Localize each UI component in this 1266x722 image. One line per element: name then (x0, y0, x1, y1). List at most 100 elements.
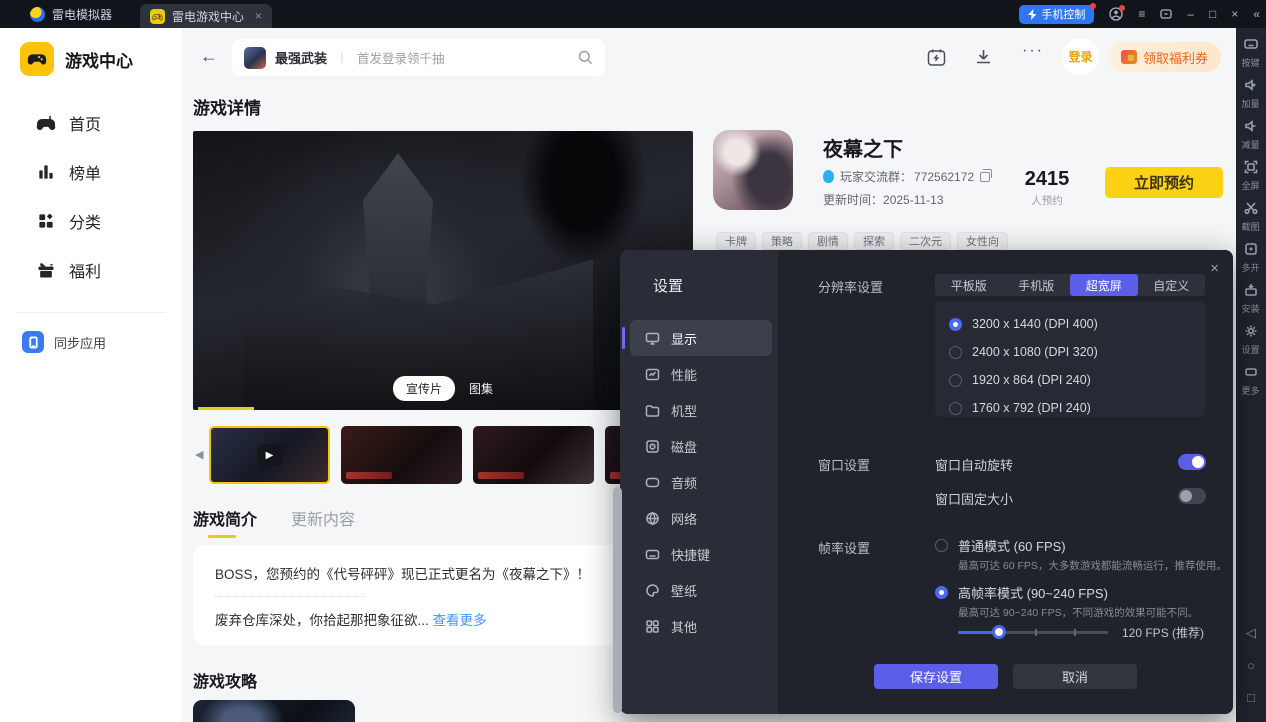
sidebar-sync-apps[interactable]: 同步应用 (0, 313, 182, 353)
reserve-now-button[interactable]: 立即预约 (1105, 167, 1223, 198)
toolbar-label: 多开 (1242, 260, 1260, 273)
settings-nav-audio[interactable]: 音频 (630, 464, 772, 500)
sidebar-item-label: 榜单 (69, 160, 101, 184)
android-recents-icon[interactable]: □ (1247, 690, 1255, 705)
toolbar-screenshot[interactable]: 截图 (1241, 201, 1260, 233)
back-icon[interactable]: ← (200, 46, 218, 67)
sidebar-item-home[interactable]: 首页 (0, 98, 182, 147)
res-tab-phone[interactable]: 手机版 (1003, 274, 1071, 296)
game-app-icon (713, 130, 793, 210)
tab-update-content[interactable]: 更新内容 (291, 506, 355, 530)
minimize-icon[interactable]: – (1187, 8, 1194, 20)
sidebar-item-benefits[interactable]: 福利 (0, 245, 182, 294)
toolbar-label: 截图 (1242, 219, 1260, 232)
claim-coupon-button[interactable]: 领取福利券 (1108, 42, 1221, 72)
phone-control-button[interactable]: 手机控制 (1019, 5, 1094, 24)
toolbar-multi-instance[interactable]: 多开 (1241, 242, 1260, 274)
thumbnails-prev-icon[interactable]: ◀ (195, 448, 203, 461)
toolbar-more[interactable]: 更多 (1241, 365, 1260, 397)
fps-normal-option[interactable]: 普通模式 (60 FPS) (935, 536, 1066, 555)
tag[interactable]: 剧情 (808, 232, 848, 250)
settings-nav-wallpaper[interactable]: 壁纸 (630, 572, 772, 608)
resolution-option-label: 1760 x 792 (DPI 240) (972, 401, 1091, 415)
search-bar[interactable]: 最强武装 丨 首发登录领千抽 (232, 39, 605, 76)
scrollbar-thumb[interactable] (613, 487, 622, 713)
fixed-size-toggle[interactable] (1178, 488, 1206, 504)
settings-nav-disk[interactable]: 磁盘 (630, 428, 772, 464)
toolbar-install-apk[interactable]: 安装 (1241, 283, 1260, 315)
fps-slider[interactable] (958, 625, 1108, 639)
toolbar-volume-up[interactable]: 加量 (1241, 78, 1260, 110)
tag[interactable]: 策略 (762, 232, 802, 250)
toolbar-fullscreen[interactable]: 全屏 (1241, 160, 1260, 192)
strategy-thumbnail[interactable] (193, 700, 355, 722)
video-tab-gallery[interactable]: 图集 (469, 380, 493, 397)
see-more-link[interactable]: 查看更多 (433, 613, 487, 628)
settings-nav-other[interactable]: 其他 (630, 608, 772, 644)
tab-emulator[interactable]: 雷电模拟器 (30, 6, 112, 23)
cancel-button[interactable]: 取消 (1013, 664, 1137, 689)
tab-gamecenter[interactable]: 雷电游戏中心 × (140, 4, 272, 28)
res-tab-tablet[interactable]: 平板版 (935, 274, 1003, 296)
sidebar-item-categories[interactable]: 分类 (0, 196, 182, 245)
tag[interactable]: 卡牌 (716, 232, 756, 250)
settings-nav-hotkeys[interactable]: 快捷键 (630, 536, 772, 572)
menu-icon[interactable]: ≡ (1138, 8, 1145, 20)
tag[interactable]: 二次元 (900, 232, 951, 250)
settings-nav-device-model[interactable]: 机型 (630, 392, 772, 428)
screenshot-scissors-icon (1244, 201, 1258, 215)
sync-apps-icon (22, 331, 44, 353)
tag[interactable]: 探索 (854, 232, 894, 250)
settings-nav-network[interactable]: 网络 (630, 500, 772, 536)
resolution-option[interactable]: 1920 x 864 (DPI 240) (949, 366, 1205, 394)
thumbnail-image[interactable] (341, 426, 462, 484)
notification-dot (1119, 5, 1125, 11)
search-icon[interactable] (578, 50, 593, 65)
settings-close-icon[interactable]: × (1210, 260, 1219, 277)
login-button[interactable]: 登录 (1062, 38, 1099, 75)
radio-selected-icon (949, 318, 962, 331)
download-manager-icon[interactable] (974, 48, 993, 72)
auto-rotate-toggle[interactable] (1178, 454, 1206, 470)
gift-lock-icon (1121, 50, 1137, 64)
android-back-icon[interactable]: ◁ (1246, 625, 1256, 641)
fps-slider-handle[interactable] (992, 625, 1006, 639)
phone-control-label: 手机控制 (1041, 6, 1085, 22)
save-settings-button[interactable]: 保存设置 (874, 664, 998, 689)
settings-nav-performance[interactable]: 性能 (630, 356, 772, 392)
toolbar-settings[interactable]: 设置 (1241, 324, 1260, 356)
tab-game-intro[interactable]: 游戏简介 (193, 506, 257, 538)
calendar-signin-icon[interactable] (927, 48, 946, 72)
ldplayer-logo-icon (30, 7, 45, 22)
more-menu-icon[interactable]: ··· (1022, 42, 1044, 60)
close-icon[interactable]: × (1231, 8, 1238, 20)
account-icon[interactable] (1109, 7, 1123, 21)
settings-nav-display[interactable]: 显示 (630, 320, 772, 356)
resolution-option[interactable]: 3200 x 1440 (DPI 400) (949, 310, 1205, 338)
resolution-settings-label: 分辨率设置 (818, 277, 883, 296)
disk-icon (645, 439, 660, 454)
res-tab-custom[interactable]: 自定义 (1138, 274, 1206, 296)
titlebar-controls: 手机控制 ≡ – □ × « (1019, 0, 1260, 28)
tag[interactable]: 女性向 (957, 232, 1008, 250)
resolution-option[interactable]: 2400 x 1080 (DPI 320) (949, 338, 1205, 366)
thumbnail-video[interactable]: ▶ (209, 426, 330, 484)
sidebar-item-rankings[interactable]: 榜单 (0, 147, 182, 196)
tab-close-icon[interactable]: × (255, 9, 262, 23)
fps-high-option[interactable]: 高帧率模式 (90~240 FPS) (935, 583, 1108, 602)
gamecenter-home-logo[interactable]: 游戏中心 (0, 28, 182, 76)
maximize-icon[interactable]: □ (1209, 8, 1216, 20)
toolbar-volume-down[interactable]: 减量 (1241, 119, 1260, 151)
copy-icon[interactable] (980, 172, 990, 182)
description-line2: 废弃仓库深处，你拾起那把象征欲... 查看更多 (215, 609, 671, 629)
resolution-option[interactable]: 1760 x 792 (DPI 240) (949, 394, 1205, 422)
game-trailer-video[interactable]: 宣传片 图集 (193, 131, 693, 410)
thumbnail-image[interactable] (473, 426, 594, 484)
boss-key-icon[interactable] (1160, 8, 1172, 20)
res-tab-ultrawide[interactable]: 超宽屏 (1070, 274, 1138, 296)
video-tab-trailer[interactable]: 宣传片 (393, 376, 455, 401)
android-home-icon[interactable]: ○ (1247, 658, 1255, 673)
toolbar-keymapping[interactable]: 按键 (1241, 37, 1260, 69)
settings-nav-label: 其他 (671, 617, 697, 636)
collapse-toolbar-icon[interactable]: « (1253, 8, 1260, 20)
